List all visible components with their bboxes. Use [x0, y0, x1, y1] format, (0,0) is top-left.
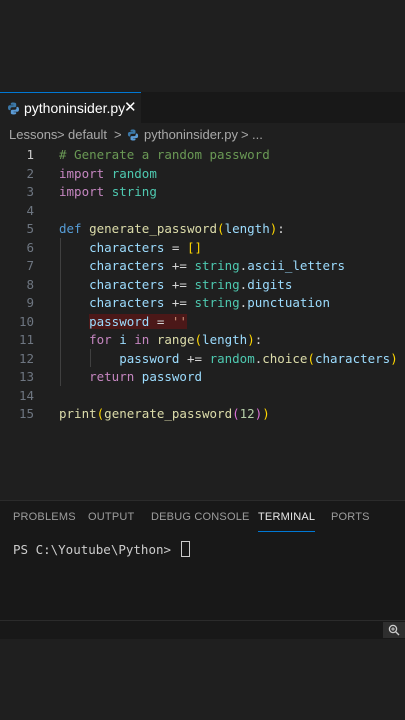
chevron-right-icon: >: [241, 127, 249, 142]
tab-output[interactable]: OUTPUT: [88, 511, 134, 523]
variable: password: [89, 313, 150, 329]
attribute: ascii_letters: [247, 258, 346, 273]
title-area: [0, 0, 405, 92]
code-line-15: print(generate_password(12)): [59, 406, 270, 421]
breadcrumb: Lessons > default > pythoninsider.py > .…: [0, 124, 405, 146]
terminal-cursor: [180, 541, 190, 557]
close-tab-icon[interactable]: ✕: [124, 98, 137, 116]
variable: characters: [89, 295, 165, 310]
function-name: choice: [262, 350, 308, 366]
code-line-5: def generate_password(length):: [59, 221, 285, 236]
python-icon: [7, 102, 20, 120]
number-literal: 12: [239, 406, 255, 421]
code-line-9: characters += string.punctuation: [89, 295, 330, 310]
operator: =: [171, 239, 180, 255]
breadcrumb-symbol[interactable]: ...: [252, 127, 263, 142]
module: random: [111, 165, 157, 181]
operator: +=: [171, 276, 187, 292]
operator: =: [156, 313, 165, 329]
line-number: 8: [26, 276, 34, 292]
code-line-11: for i in range(length):: [89, 332, 263, 347]
keyword: import: [59, 184, 105, 199]
tab-filename: pythoninsider.py: [24, 100, 126, 116]
breadcrumb-default[interactable]: default: [68, 127, 107, 142]
variable: password: [119, 350, 180, 366]
function-name: generate_password: [89, 221, 218, 236]
line-number: 12: [18, 350, 34, 366]
parameter: length: [224, 221, 270, 236]
line-number: 1: [26, 147, 34, 162]
line-number: 9: [26, 295, 34, 310]
line-number: 11: [18, 332, 34, 347]
operator: +=: [171, 258, 187, 273]
breadcrumb-file[interactable]: pythoninsider.py: [144, 127, 238, 142]
code-line-2: import random: [59, 165, 157, 183]
string-literal: '': [171, 313, 187, 329]
line-number: 3: [26, 184, 34, 199]
variable: characters: [89, 258, 165, 273]
code-editor[interactable]: 1 2 3 4 5 6 7 8 9 10 11 12 13 14 15 # Ge…: [0, 146, 405, 500]
line-number: 7: [26, 258, 34, 273]
list-literal: []: [186, 239, 203, 255]
tab-terminal[interactable]: TERMINAL: [258, 511, 316, 532]
line-number: 5: [26, 221, 34, 236]
variable: characters: [314, 350, 391, 366]
tab-ports[interactable]: PORTS: [331, 511, 370, 523]
terminal-prompt[interactable]: PS C:\Youtube\Python>: [13, 541, 190, 557]
tab-problems[interactable]: PROBLEMS: [13, 511, 76, 523]
keyword: return: [89, 369, 135, 384]
zoom-in-icon[interactable]: [383, 622, 405, 638]
module: random: [209, 350, 255, 366]
variable: i: [119, 332, 127, 347]
breadcrumb-lessons[interactable]: Lessons: [9, 127, 57, 142]
code-line-7: characters += string.ascii_letters: [89, 258, 346, 273]
status-bar: [0, 620, 405, 639]
attribute: digits: [247, 276, 293, 292]
variable: password: [141, 369, 203, 384]
comment: # Generate a random password: [59, 147, 270, 162]
code-line-1: # Generate a random password: [59, 146, 270, 164]
bottom-panel: PROBLEMS OUTPUT DEBUG CONSOLE TERMINAL P…: [0, 500, 405, 621]
operator: +=: [186, 350, 203, 366]
operator: +=: [171, 295, 187, 310]
variable: length: [202, 332, 248, 347]
variable: characters: [89, 239, 165, 255]
code-content: # Generate a random password import rand…: [59, 146, 398, 551]
function-name: range: [156, 332, 195, 347]
line-number: 15: [18, 406, 34, 421]
code-line-13: return password: [59, 368, 202, 386]
code-line-6: characters = []: [59, 239, 202, 257]
function-name: print: [59, 406, 97, 421]
module: string: [194, 258, 240, 273]
code-line-3: import string: [59, 183, 157, 201]
attribute: punctuation: [247, 295, 330, 310]
line-number: 13: [18, 369, 34, 384]
bottom-area: [0, 639, 405, 720]
line-number: 14: [18, 387, 34, 403]
tab-debug-console[interactable]: DEBUG CONSOLE: [151, 511, 250, 523]
editor-tab-bar: pythoninsider.py ✕: [0, 92, 405, 123]
code-line-12: password += random.choice(characters): [119, 350, 398, 366]
keyword: in: [134, 332, 150, 347]
line-number: 2: [26, 165, 34, 181]
module: string: [111, 184, 157, 199]
keyword: for: [89, 332, 112, 347]
line-number: 4: [26, 202, 34, 218]
code-line-8: characters += string.digits: [89, 276, 293, 292]
function-name: generate_password: [104, 406, 233, 421]
tab-pythoninsider[interactable]: pythoninsider.py ✕: [0, 92, 141, 123]
module: string: [194, 276, 240, 292]
chevron-right-icon: >: [57, 127, 65, 142]
variable: characters: [89, 276, 165, 292]
code-line-10: password = '': [59, 313, 187, 331]
line-number: 6: [26, 239, 34, 255]
module: string: [194, 295, 240, 310]
python-icon: [127, 129, 139, 144]
keyword: import: [59, 165, 105, 181]
chevron-right-icon: >: [114, 127, 122, 142]
line-number: 10: [18, 313, 34, 329]
prompt-text: PS C:\Youtube\Python>: [13, 542, 172, 557]
keyword: def: [59, 221, 82, 236]
